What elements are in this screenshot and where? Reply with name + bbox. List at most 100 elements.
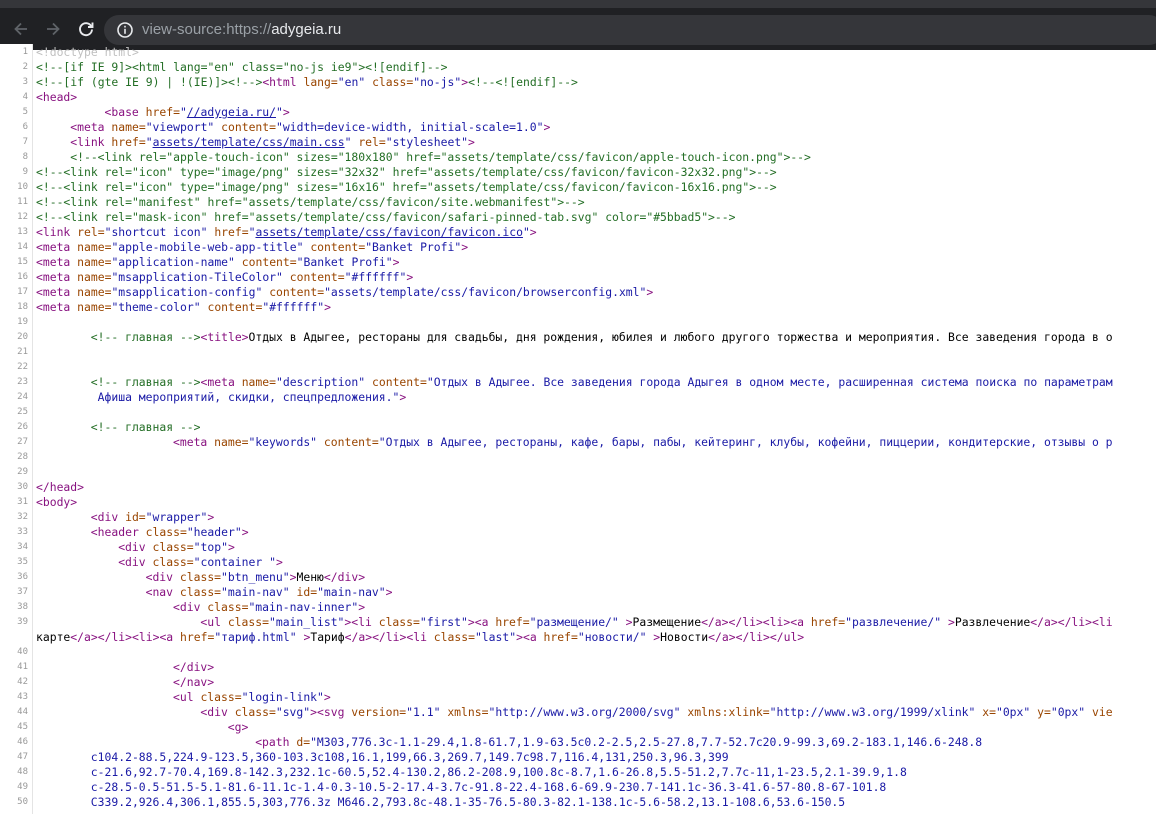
url-host: adygeia.ru	[271, 21, 342, 38]
line-code: c-21.6,92.7-70.4,169.8-142.3,232.1c-60.5…	[91, 765, 907, 780]
code-token: c-28.5-0.5-51.5-5.1-81.6-11.1c-1.4-0.3-1…	[90, 780, 887, 794]
line-number: 18	[17, 302, 28, 312]
code-token: "#ffffff"	[344, 270, 407, 284]
source-line: 44 <div class="svg"><svg version="1.1" xm…	[0, 705, 1156, 720]
line-code: <div class="btn_menu">Меню</div>	[146, 570, 365, 585]
code-token: >	[392, 255, 400, 269]
code-token: >	[324, 300, 331, 314]
source-link[interactable]: assets/template/css/favicon/favicon.ico	[255, 225, 522, 239]
code-token: <link	[70, 135, 112, 149]
code-token: version=	[351, 705, 407, 719]
code-token: </a></li><li	[344, 630, 434, 644]
source-link[interactable]: assets/template/css/main.css	[153, 135, 345, 149]
line-code: <meta name="keywords" content="Отдых в А…	[173, 435, 1113, 450]
code-token: class=	[179, 585, 222, 599]
code-token: href=	[180, 630, 215, 644]
code-token: <div	[200, 705, 235, 719]
source-line: 45 <g>	[0, 720, 1156, 735]
line-code: <meta name="apple-mobile-web-app-title" …	[36, 240, 468, 255]
code-token: xmlns=	[447, 705, 489, 719]
code-token: name=	[77, 240, 112, 254]
forward-button[interactable]	[40, 16, 66, 42]
code-token: >	[625, 615, 633, 629]
line-number: 8	[22, 152, 28, 162]
line-code: <g>	[228, 720, 249, 735]
back-button[interactable]	[8, 16, 34, 42]
code-token: "main-nav"	[317, 585, 386, 599]
source-line: 24 Афиша мероприятий, скидки, спецпредлож…	[0, 390, 1156, 405]
code-token: content=	[310, 240, 366, 254]
address-bar[interactable]: view-source:https://adygeia.ru	[104, 15, 1156, 45]
code-token: "msapplication-config"	[111, 285, 270, 299]
code-token: <ul	[200, 615, 228, 629]
code-token: "en"	[337, 75, 373, 89]
line-code: <path d="M303,776.3c-1.1-29.4,1.8-61.7,1…	[255, 735, 982, 750]
code-token: "keywords"	[248, 435, 324, 449]
info-icon[interactable]	[116, 21, 134, 39]
code-token: >	[529, 225, 537, 239]
url-text[interactable]: view-source:https://adygeia.ru	[142, 21, 341, 39]
source-line: 15 <meta name="application-name" content=…	[0, 255, 1156, 270]
code-token: "svg"	[275, 705, 311, 719]
code-token: "wrapper"	[145, 510, 208, 524]
code-token: "assets/template/css/favicon/browserconf…	[324, 285, 647, 299]
line-number: 40	[17, 647, 28, 657]
code-token: "main-nav"	[221, 585, 297, 599]
code-token: "Отдых в Адыгее, рестораны, кафе, бары, …	[378, 435, 1113, 449]
code-token: d=	[296, 735, 311, 749]
line-number: 28	[17, 452, 28, 462]
source-line: 17 <meta name="msapplication-config" cont…	[0, 285, 1156, 300]
code-token: <div	[118, 555, 153, 569]
code-token: "btn_menu"	[221, 570, 290, 584]
source-line: 3 <!--[if (gte IE 9) | !(IE)]><!--><html …	[0, 75, 1156, 90]
code-token: "theme-color"	[111, 300, 208, 314]
code-token: >	[323, 690, 331, 704]
line-number: 41	[17, 662, 28, 672]
line-number: 30	[17, 482, 28, 492]
code-token: href=	[810, 615, 846, 629]
code-token: class=	[152, 540, 194, 554]
code-token: "msapplication-TileColor"	[111, 270, 290, 284]
line-code: <div id="wrapper">	[91, 510, 214, 525]
line-number: 45	[17, 722, 28, 732]
line-number: 16	[17, 272, 28, 282]
code-token: <g>	[227, 720, 249, 734]
url-prefix: view-source:https://	[142, 21, 272, 38]
code-token: <head>	[36, 90, 78, 104]
source-line: 48 c-21.6,92.7-70.4,169.8-142.3,232.1c-60…	[0, 765, 1156, 780]
arrow-left-icon	[14, 22, 27, 36]
code-token: >	[282, 105, 290, 119]
code-token: "first"	[419, 615, 468, 629]
code-token: "http://www.w3.org/1999/xlink"	[769, 705, 983, 719]
code-token: </nav>	[173, 675, 215, 689]
code-token: <!--<link rel="icon" type="image/png" si…	[36, 165, 777, 179]
code-token: class=	[145, 525, 187, 539]
source-link[interactable]: //adygeia.ru/	[187, 105, 276, 119]
code-token: href=	[543, 630, 578, 644]
line-number: 12	[17, 212, 28, 222]
code-token: "width=device-width, initial-scale=1.0"	[276, 120, 544, 134]
code-token: vie	[1092, 705, 1113, 719]
source-line: 7 <link href="assets/template/css/main.cs…	[0, 135, 1156, 150]
code-token: "http://www.w3.org/2000/svg"	[488, 705, 688, 719]
code-token: C339.2,926.4,306.1,855.5,303,776.3z M646…	[90, 795, 846, 809]
source-view[interactable]: 1 <!doctype html> 2 <!--[if IE 9]><html lan…	[0, 44, 1156, 814]
code-token: class=	[200, 690, 242, 704]
code-token: content=	[241, 255, 297, 269]
code-token: >	[241, 525, 249, 539]
source-line: 23 <!-- главная --><meta name="descriptio…	[0, 375, 1156, 390]
code-token: "apple-mobile-web-app-title"	[111, 240, 311, 254]
line-number: 46	[17, 737, 28, 747]
code-token: >	[358, 600, 366, 614]
line-number: 47	[17, 752, 28, 762]
code-token: <meta	[70, 120, 112, 134]
code-token: class=	[372, 75, 414, 89]
code-token: "stylesheet"	[385, 135, 469, 149]
line-code: <meta name="application-name" content="B…	[36, 255, 400, 270]
code-token: <div	[173, 600, 208, 614]
code-token: class=	[433, 630, 475, 644]
reload-button[interactable]	[73, 16, 99, 42]
code-token: xmlns:xlink=	[687, 705, 770, 719]
line-code: C339.2,926.4,306.1,855.5,303,776.3z M646…	[91, 795, 845, 810]
code-token: <div	[90, 510, 126, 524]
